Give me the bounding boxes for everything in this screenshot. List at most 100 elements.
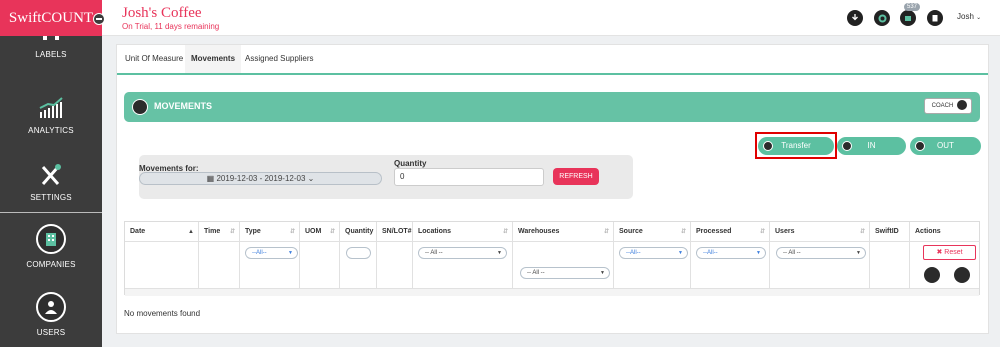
chevron-down-icon: ⌄	[307, 174, 315, 183]
processed-filter-select[interactable]: --All-- ▼	[696, 247, 766, 259]
trial-status: On Trial, 11 days remaining	[122, 22, 220, 31]
sidebar-item-label: ANALYTICS	[28, 126, 74, 135]
section-title: MOVEMENTS	[154, 101, 213, 111]
filter-cell	[513, 242, 614, 288]
chevron-down-icon: ▼	[756, 250, 761, 256]
sort-icon: ⇵	[680, 229, 686, 235]
settings-icon	[41, 164, 61, 185]
analytics-action-icon[interactable]	[924, 267, 940, 283]
column-header-swiftid[interactable]: SwiftID	[870, 222, 910, 242]
sidebar-item-companies[interactable]: COMPANIES	[0, 224, 102, 269]
out-label: OUT	[937, 141, 954, 150]
filter-cell	[125, 242, 199, 288]
calendar-icon: ▦	[206, 174, 215, 183]
sort-icon: ⇵	[502, 229, 508, 235]
quantity-filter-input[interactable]	[346, 247, 371, 259]
column-header-quantity[interactable]: Quantity	[340, 222, 377, 242]
sidebar-divider	[0, 212, 102, 213]
coach-button[interactable]: COACH	[923, 98, 972, 114]
column-header-time[interactable]: Time ⇵	[199, 222, 240, 242]
tab-assigned-suppliers[interactable]: Assigned Suppliers	[243, 45, 315, 73]
companies-icon	[36, 224, 66, 254]
user-menu[interactable]: Josh ⌄	[957, 12, 981, 21]
column-header-locations[interactable]: Locations ⇵	[413, 222, 513, 242]
sidebar-item-label: LABELS	[35, 50, 67, 59]
reset-button[interactable]: ✖ Reset	[923, 245, 976, 260]
user-name: Josh	[957, 12, 974, 21]
sort-asc-icon: ▲	[188, 229, 194, 235]
column-header-processed[interactable]: Processed ⇵	[691, 222, 770, 242]
chevron-down-icon: ▼	[288, 250, 293, 256]
column-header-actions: Actions	[910, 222, 980, 242]
topbar: Josh's Coffee On Trial, 11 days remainin…	[102, 0, 1000, 36]
filter-cell	[377, 242, 413, 288]
sort-icon: ⇵	[859, 229, 865, 235]
main-content: Unit Of Measure Movements Assigned Suppl…	[116, 44, 989, 334]
column-header-users[interactable]: Users ⇵	[770, 222, 870, 242]
column-header-date[interactable]: Date ▲	[125, 222, 199, 242]
sidebar-item-settings[interactable]: SETTINGS	[0, 163, 102, 202]
in-icon	[842, 141, 852, 151]
sidebar-toggle-icon[interactable]	[93, 13, 105, 25]
download-icon[interactable]	[847, 10, 863, 26]
chevron-down-icon: ▼	[600, 270, 605, 276]
users-icon	[36, 292, 66, 322]
tab-unit-of-measure[interactable]: Unit Of Measure	[123, 45, 185, 73]
in-button[interactable]: IN	[837, 137, 906, 155]
movements-icon	[132, 99, 148, 115]
in-label: IN	[867, 141, 876, 150]
notification-badge: 537	[904, 3, 921, 11]
column-header-sn-lot[interactable]: SN/LOT#	[377, 222, 413, 242]
filter-panel: Movements for: ▦ 2019-12-03 - 2019-12-03…	[139, 155, 633, 199]
coach-icon	[957, 100, 967, 111]
source-filter-select[interactable]: --All-- ▼	[619, 247, 688, 259]
sort-icon: ⇵	[759, 229, 765, 235]
sidebar-item-analytics[interactable]: ANALYTICS	[0, 96, 102, 135]
empty-state-message: No movements found	[124, 309, 201, 318]
chevron-down-icon: ▼	[678, 250, 683, 256]
sort-icon: ⇵	[229, 229, 235, 235]
out-button[interactable]: OUT	[910, 137, 981, 155]
date-range-picker[interactable]: ▦ 2019-12-03 - 2019-12-03 ⌄	[139, 172, 382, 185]
sort-icon: ⇵	[289, 229, 295, 235]
sidebar-item-label: SETTINGS	[30, 193, 72, 202]
out-icon	[915, 141, 925, 151]
filter-cell	[199, 242, 240, 288]
column-header-source[interactable]: Source ⇵	[614, 222, 691, 242]
quantity-label: Quantity	[394, 159, 427, 168]
store-name[interactable]: Josh's Coffee	[122, 5, 202, 22]
clipboard-icon[interactable]	[927, 10, 943, 26]
column-header-type[interactable]: Type ⇵	[240, 222, 300, 242]
sidebar-item-label: COMPANIES	[26, 260, 76, 269]
filter-cell	[300, 242, 340, 288]
notification-icon[interactable]	[900, 10, 916, 26]
tag-action-icon[interactable]	[954, 267, 970, 283]
column-header-uom[interactable]: UOM ⇵	[300, 222, 340, 242]
sidebar-item-users[interactable]: USERS	[0, 292, 102, 337]
sort-icon: ⇵	[603, 229, 609, 235]
quantity-input[interactable]: 0	[394, 168, 544, 186]
highlight-box	[755, 132, 837, 159]
chevron-down-icon: ⌄	[976, 15, 982, 21]
refresh-button[interactable]: REFRESH	[553, 168, 599, 185]
chevron-down-icon: ▼	[497, 250, 502, 256]
locations-filter-select[interactable]: -- All -- ▼	[418, 247, 507, 259]
movements-table: Date ▲ Time ⇵ Type ⇵ UOM ⇵ Quantity SN/LOT# …	[124, 221, 980, 296]
section-header: MOVEMENTS COACH	[124, 92, 980, 122]
column-header-warehouses[interactable]: Warehouses ⇵	[513, 222, 614, 242]
chevron-down-icon: ▼	[856, 250, 861, 256]
tab-bar: Unit Of Measure Movements Assigned Suppl…	[117, 45, 988, 75]
table-footer	[125, 288, 979, 296]
brand-logo[interactable]: SwiftCOUNT	[0, 0, 102, 36]
close-icon: ✖	[936, 249, 943, 256]
analytics-icon	[39, 97, 63, 118]
users-filter-select[interactable]: -- All -- ▼	[776, 247, 866, 259]
sidebar: LABELS ANALYTICS SETTINGS COMPANIES USER…	[0, 0, 102, 347]
gear-icon[interactable]	[874, 10, 890, 26]
type-filter-select[interactable]: --All-- ▼	[245, 247, 298, 259]
coach-label: COACH	[931, 103, 954, 109]
tab-movements[interactable]: Movements	[185, 45, 242, 73]
filter-cell	[870, 242, 910, 288]
sort-icon: ⇵	[329, 229, 335, 235]
warehouses-filter-select[interactable]: -- All -- ▼	[520, 267, 610, 279]
